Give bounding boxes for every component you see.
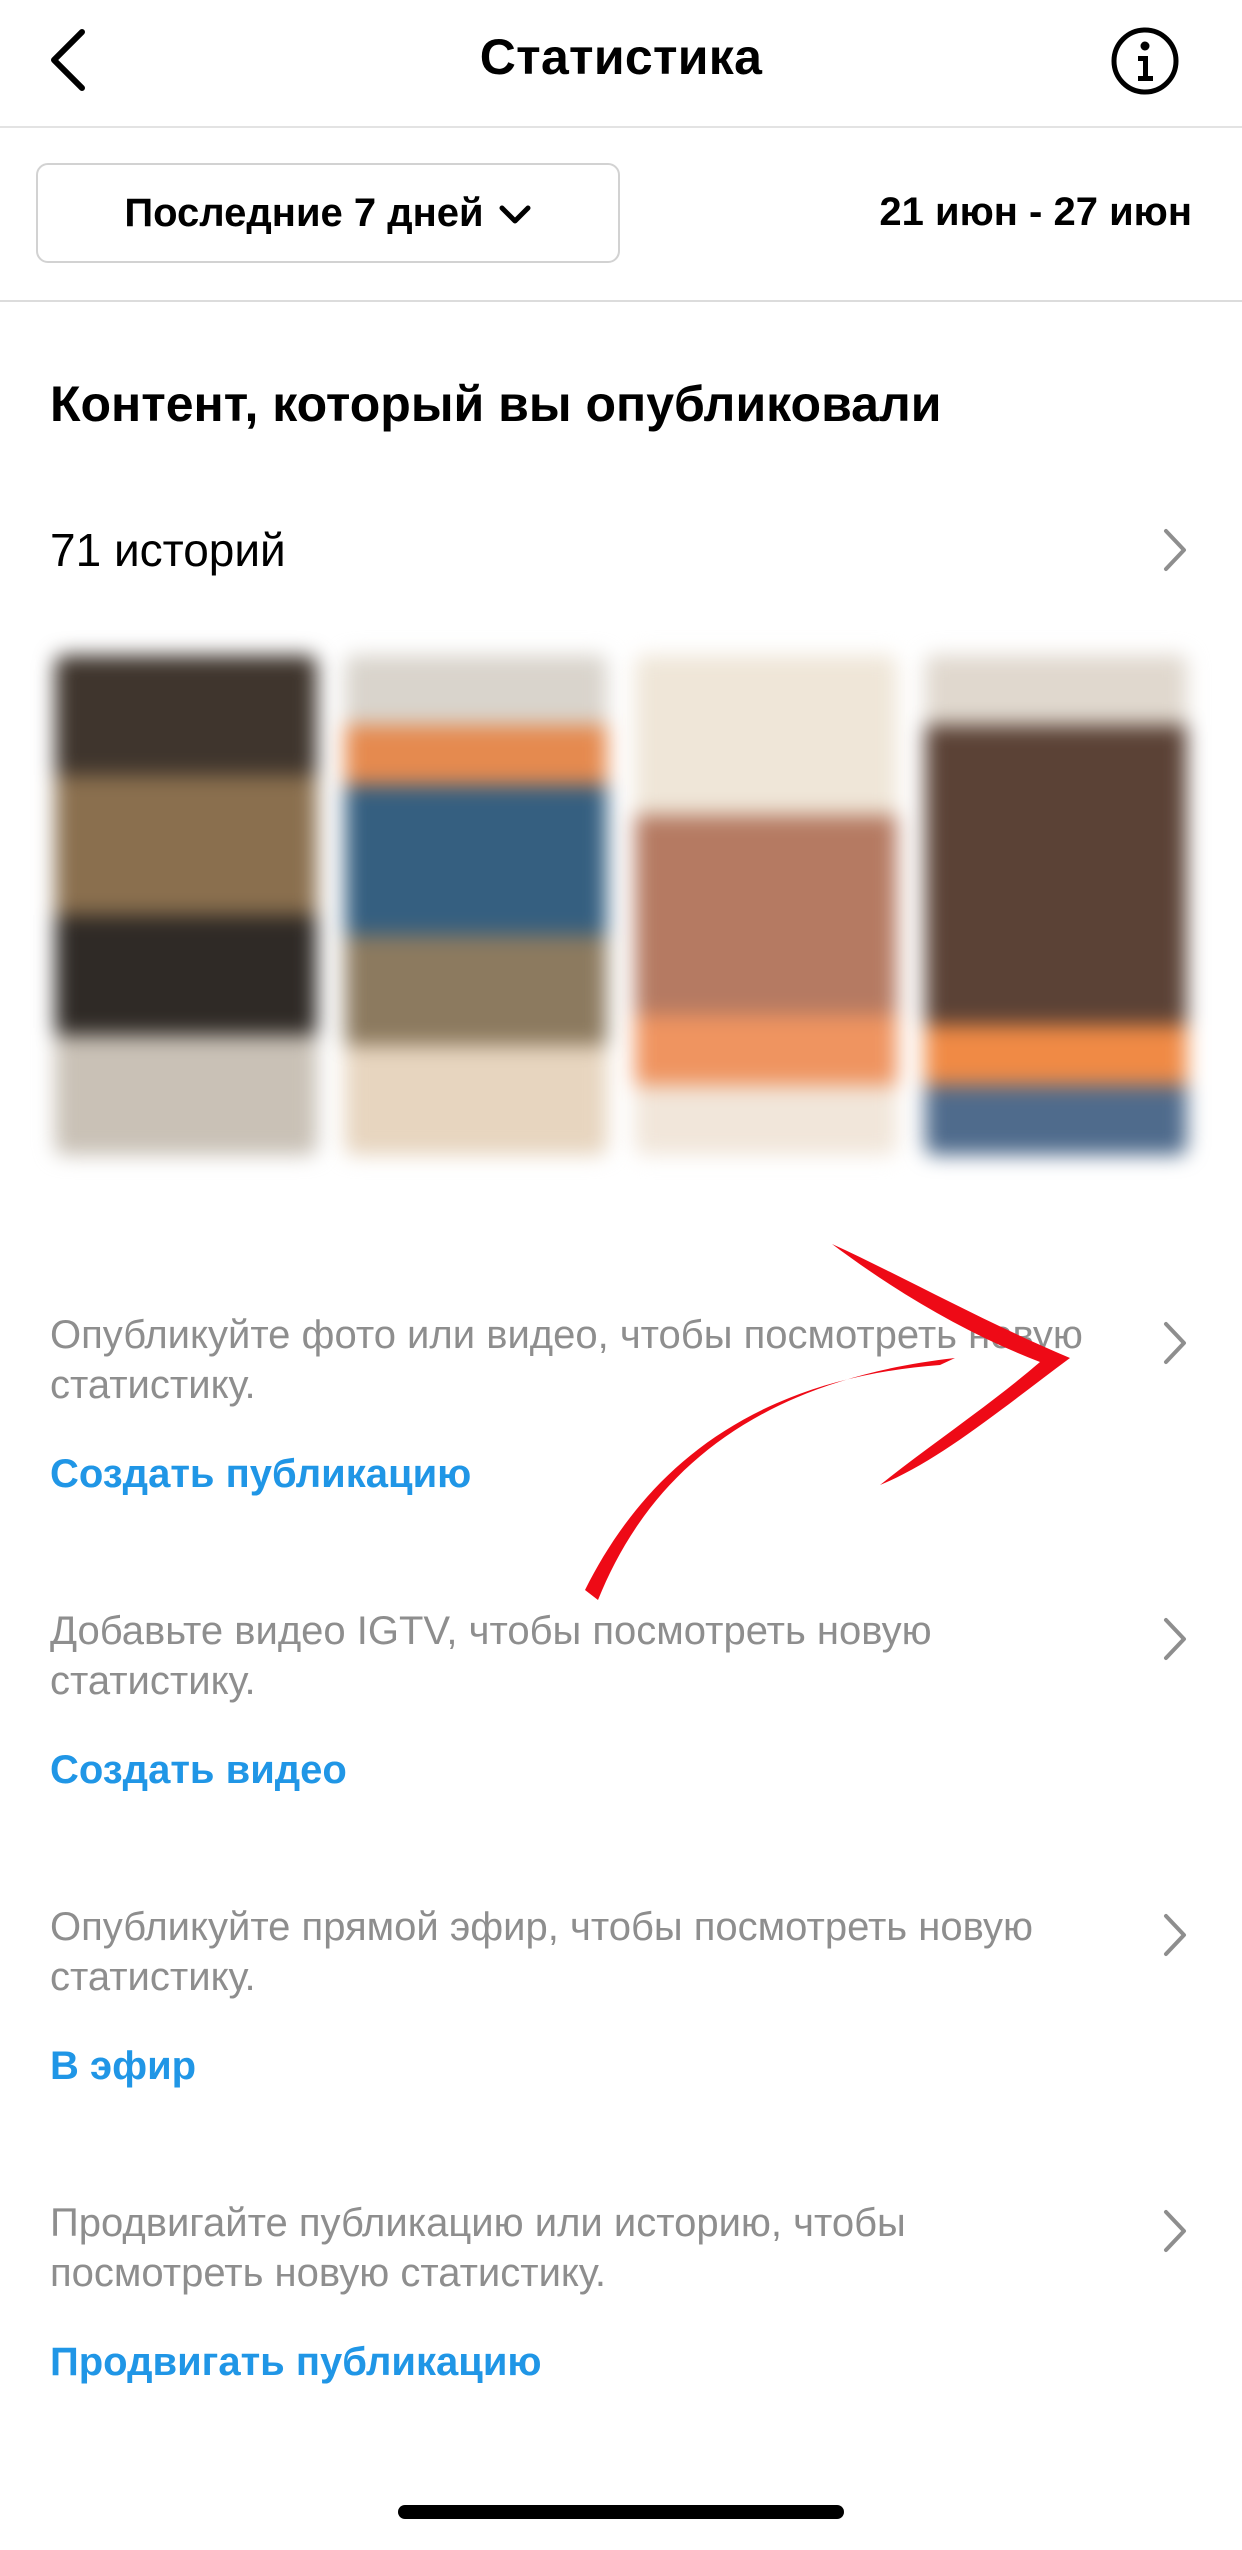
statistics-screen: Статистика Последние 7 дней 21 июн - 27 … [0,0,1242,2550]
chevron-right-icon[interactable] [1160,1910,1190,1960]
promote-post-link[interactable]: Продвигать публикацию [50,2340,1190,2385]
story-thumbnail[interactable] [55,655,317,1155]
story-thumbnail[interactable] [345,655,607,1155]
prompt-create-video: Добавьте видео IGTV, чтобы посмотреть но… [50,1606,1190,1793]
prompt-go-live: Опубликуйте прямой эфир, чтобы посмотрет… [50,1902,1190,2089]
chevron-down-icon [499,205,531,224]
chevron-right-icon[interactable] [1160,1318,1190,1368]
date-range-dropdown[interactable]: Последние 7 дней [36,163,620,263]
story-thumbnail[interactable] [925,655,1187,1155]
prompt-text: Опубликуйте прямой эфир, чтобы посмотрет… [50,1905,1033,1999]
chevron-right-icon[interactable] [1160,2206,1190,2256]
prompt-promote: Продвигайте публикацию или историю, чтоб… [50,2198,1190,2385]
info-icon [1111,27,1179,95]
stories-row[interactable]: 71 историй [0,505,1242,595]
prompt-text: Продвигайте публикацию или историю, чтоб… [50,2201,906,2295]
date-range-dropdown-label: Последние 7 дней [124,190,484,235]
section-title: Контент, который вы опубликовали [50,376,942,432]
create-video-link[interactable]: Создать видео [50,1748,1190,1793]
stories-count: 71 историй [50,524,286,576]
story-thumbnails [55,655,1195,1155]
filter-row: Последние 7 дней 21 июн - 27 июн [0,128,1242,302]
page-title: Статистика [479,29,763,85]
go-live-link[interactable]: В эфир [50,2044,1190,2089]
info-button[interactable] [1110,26,1180,96]
story-thumbnail[interactable] [635,655,897,1155]
chevron-right-icon [1164,529,1186,571]
nav-bar: Статистика [0,0,1242,128]
home-indicator[interactable] [398,2505,844,2519]
date-range-text: 21 июн - 27 июн [879,190,1192,234]
chevron-right-icon[interactable] [1160,1614,1190,1664]
annotation-arrow-icon [585,1244,1070,1600]
